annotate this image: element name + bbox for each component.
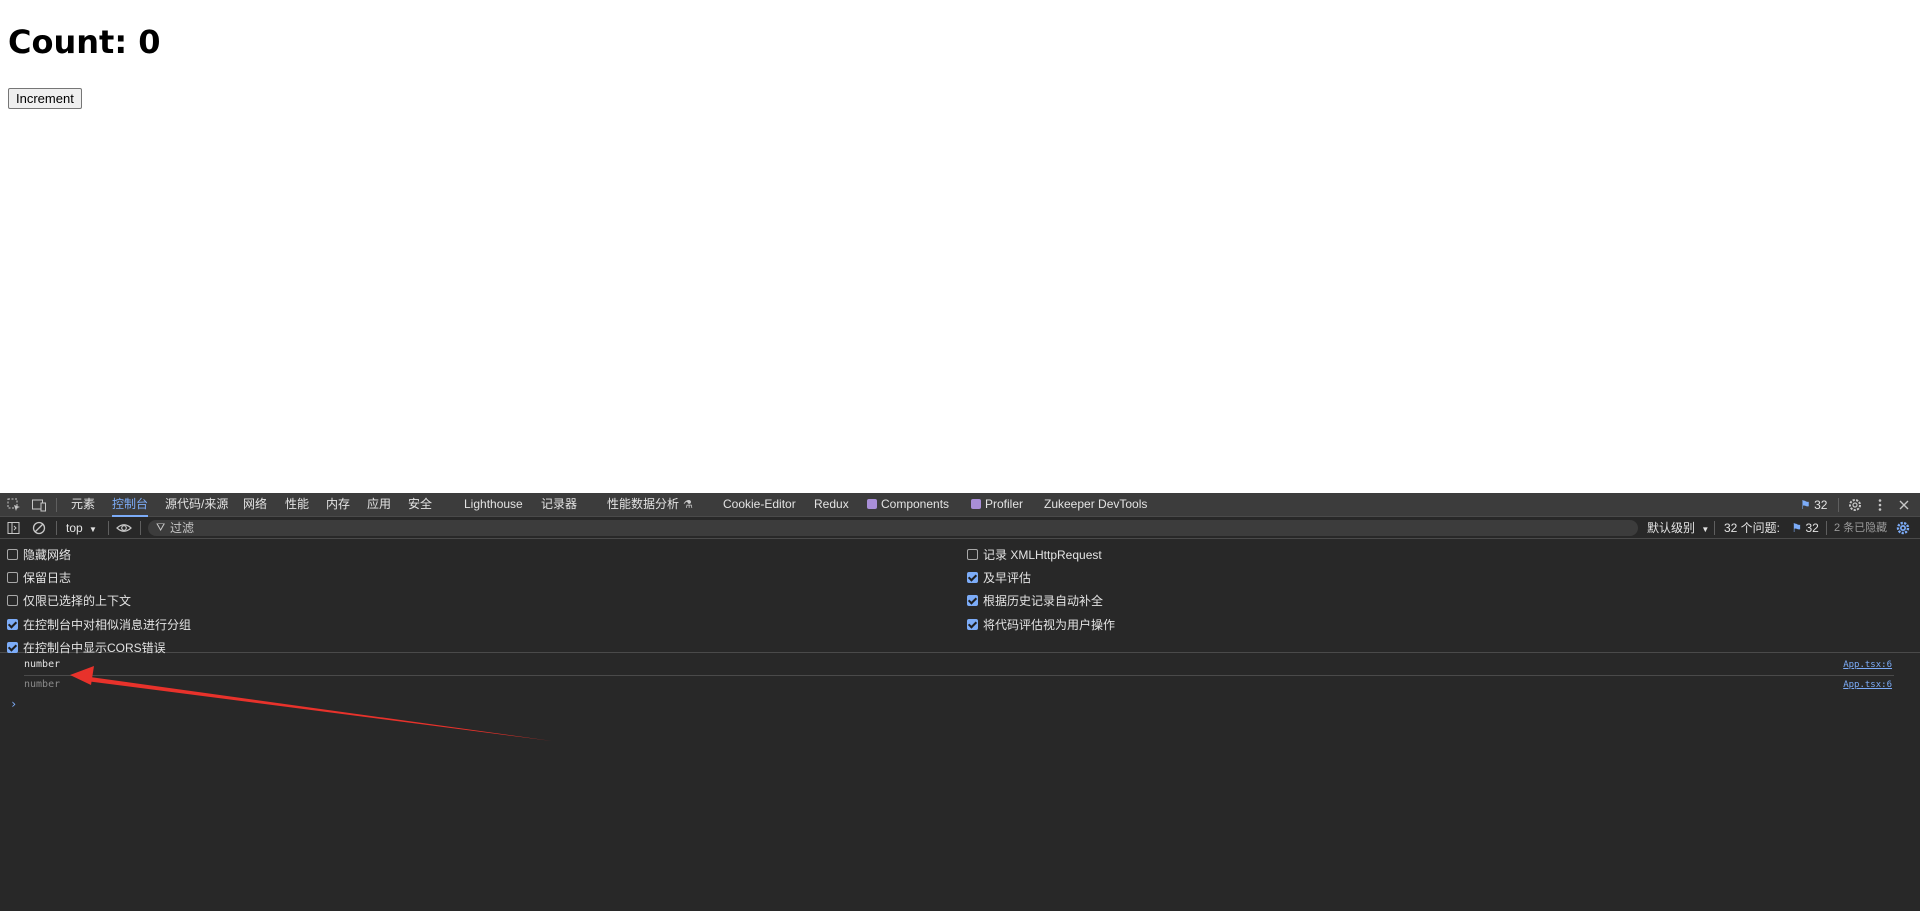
tab-components[interactable]: Components	[867, 493, 949, 517]
console-message: number App.tsx:6	[24, 657, 1894, 676]
app-viewport: Count: 0 Increment	[0, 0, 1920, 493]
live-expression-eye-icon[interactable]	[116, 520, 132, 536]
react-components-icon	[867, 499, 877, 509]
checkbox-checked	[967, 572, 978, 583]
tab-security[interactable]: 安全	[408, 493, 432, 517]
message-text: number	[24, 679, 61, 690]
level-chevron-down-icon: ▼	[1701, 525, 1710, 534]
count-heading: Count: 0	[8, 23, 161, 61]
tab-application[interactable]: 应用	[367, 493, 391, 517]
tab-zukeeper[interactable]: Zukeeper DevTools	[1044, 493, 1147, 517]
tab-cookie-editor[interactable]: Cookie-Editor	[723, 493, 796, 517]
checkbox-checked	[7, 619, 18, 630]
issues-flag-icon: ⚑	[1800, 498, 1811, 512]
clear-console-icon[interactable]	[31, 520, 47, 536]
tab-recorder[interactable]: 记录器	[541, 493, 577, 517]
console-prompt-icon[interactable]: ›	[10, 697, 17, 711]
console-messages: number App.tsx:6 number App.tsx:6 ›	[0, 653, 1920, 911]
option-group-similar[interactable]: 在控制台中对相似消息进行分组	[7, 617, 191, 633]
option-label: 将代码评估视为用户操作	[983, 618, 1116, 632]
console-settings-panel: 隐藏网络 保留日志 仅限已选择的上下文 在控制台中对相似消息进行分组 在控制台中…	[0, 539, 1920, 655]
toolbar-divider-5	[1826, 521, 1827, 535]
checkbox-checked	[967, 619, 978, 630]
tab-performance-insights[interactable]: 性能数据分析 ⚗	[607, 493, 693, 517]
option-label: 仅限已选择的上下文	[23, 594, 132, 608]
tab-performance[interactable]: 性能	[285, 493, 309, 517]
issues-summary-flag-icon: ⚑	[1791, 521, 1803, 535]
tabbar-divider-right	[1838, 498, 1839, 512]
option-label: 在控制台中对相似消息进行分组	[23, 618, 192, 632]
option-label: 根据历史记录自动补全	[983, 594, 1104, 608]
message-source-link[interactable]: App.tsx:6	[1843, 660, 1892, 670]
message-text: number	[24, 659, 61, 670]
message-source-link[interactable]: App.tsx:6	[1843, 680, 1892, 690]
react-profiler-icon	[971, 499, 981, 509]
tab-components-label: Components	[881, 497, 950, 511]
issues-summary[interactable]: 32 个问题: ⚑ 32	[1724, 517, 1819, 539]
tab-performance-insights-label: 性能数据分析	[607, 497, 680, 511]
checkbox	[967, 549, 978, 560]
log-level-value: 默认级别	[1647, 521, 1696, 535]
toolbar-divider-2	[108, 521, 109, 535]
toolbar-divider	[56, 521, 57, 535]
settings-gear-icon[interactable]	[1847, 497, 1863, 513]
tab-memory[interactable]: 内存	[326, 493, 350, 517]
chevron-down-icon: ▼	[89, 525, 97, 534]
inspect-element-icon[interactable]	[6, 497, 22, 513]
tab-sources[interactable]: 源代码/来源	[165, 493, 228, 517]
option-eager-evaluation[interactable]: 及早评估	[967, 570, 1031, 586]
more-options-icon[interactable]	[1872, 497, 1888, 513]
tab-console[interactable]: 控制台	[112, 493, 149, 517]
console-message: number App.tsx:6	[24, 677, 1894, 696]
devtools-panel: 元素 控制台 源代码/来源 网络 性能 内存 应用 安全 Lighthouse …	[0, 493, 1920, 911]
tabbar-divider	[56, 498, 57, 512]
tab-network[interactable]: 网络	[243, 493, 267, 517]
option-label: 保留日志	[23, 571, 72, 585]
issues-badge-count: 32	[1814, 498, 1828, 512]
option-log-xhr[interactable]: 记录 XMLHttpRequest	[967, 547, 1102, 563]
option-label: 隐藏网络	[23, 548, 72, 562]
tab-elements[interactable]: 元素	[71, 493, 95, 517]
checkbox-checked	[967, 595, 978, 606]
option-preserve-log[interactable]: 保留日志	[7, 570, 71, 586]
toolbar-divider-3	[140, 521, 141, 535]
tab-profiler-label: Profiler	[985, 497, 1024, 511]
tab-lighthouse[interactable]: Lighthouse	[464, 493, 523, 517]
tab-redux[interactable]: Redux	[814, 493, 849, 517]
toolbar-divider-4	[1714, 521, 1715, 535]
option-user-activation[interactable]: 将代码评估视为用户操作	[967, 617, 1115, 633]
context-selector[interactable]: top ▼	[66, 517, 97, 539]
device-toolbar-icon[interactable]	[31, 497, 47, 513]
context-selector-value: top	[66, 521, 83, 535]
option-label: 记录 XMLHttpRequest	[983, 548, 1102, 562]
devtools-tabbar: 元素 控制台 源代码/来源 网络 性能 内存 应用 安全 Lighthouse …	[0, 493, 1920, 517]
page: Count: 0 Increment 元素 控制台 源代码/来源 网络 性能 内…	[0, 0, 1920, 911]
increment-button[interactable]: Increment	[8, 88, 82, 109]
sidebar-toggle-icon[interactable]	[6, 520, 22, 536]
experiment-flask-icon: ⚗	[683, 499, 693, 511]
option-label: 及早评估	[983, 571, 1032, 585]
issues-summary-count: 32	[1805, 521, 1819, 535]
hidden-count: 2 条已隐藏	[1834, 522, 1888, 534]
close-icon[interactable]	[1896, 497, 1912, 513]
option-hide-network[interactable]: 隐藏网络	[7, 547, 71, 563]
console-toolbar: top ▼ ⛛ 默认级别 ▼ 32 个问题: ⚑ 32 2	[0, 517, 1920, 539]
option-selected-context-only[interactable]: 仅限已选择的上下文	[7, 593, 131, 609]
filter-box: ⛛	[148, 520, 1638, 536]
filter-input[interactable]	[170, 520, 1620, 536]
checkbox-checked	[7, 642, 18, 653]
log-level-dropdown[interactable]: 默认级别 ▼	[1647, 517, 1709, 539]
console-settings-gear-icon[interactable]	[1895, 520, 1911, 536]
checkbox	[7, 549, 18, 560]
tab-profiler[interactable]: Profiler	[971, 493, 1023, 517]
checkbox	[7, 595, 18, 606]
filter-funnel-icon: ⛛	[156, 522, 166, 534]
issues-summary-label: 32 个问题:	[1724, 521, 1781, 535]
issues-button[interactable]: ⚑ 32	[1800, 493, 1827, 517]
option-autocomplete-history[interactable]: 根据历史记录自动补全	[967, 593, 1103, 609]
checkbox	[7, 572, 18, 583]
